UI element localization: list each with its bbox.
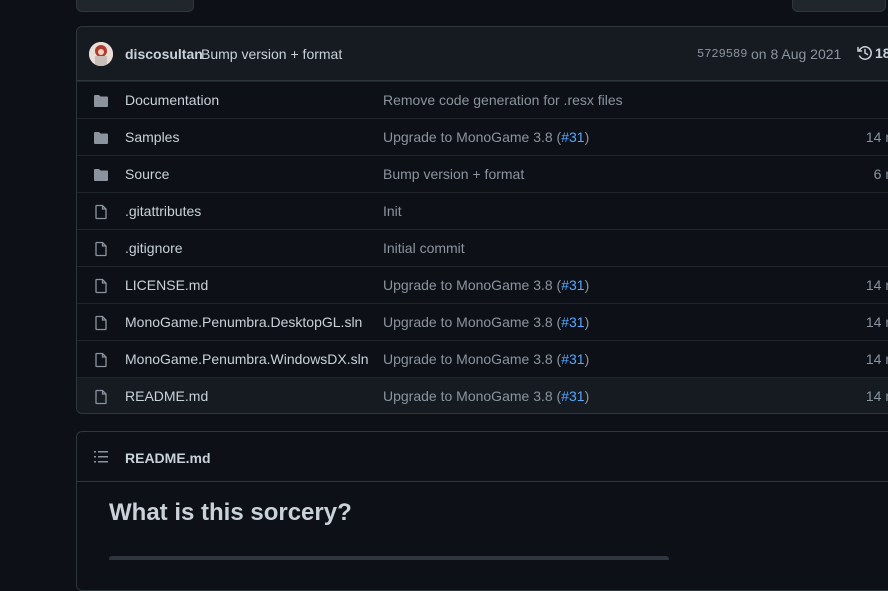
- commit-message-link[interactable]: Bump version + format: [201, 46, 342, 62]
- folder-icon: [93, 167, 109, 186]
- readme-header: README.md: [77, 432, 888, 482]
- file-icon: [93, 352, 109, 371]
- commit-history-link[interactable]: 18: [857, 45, 888, 61]
- file-commit-age: 7: [837, 203, 888, 219]
- file-commit-message[interactable]: Init: [383, 203, 402, 219]
- latest-commit-bar: discosultan Bump version + format 572958…: [77, 27, 888, 81]
- file-name-link[interactable]: MonoGame.Penumbra.DesktopGL.sln: [125, 314, 362, 330]
- readme-heading: What is this sorcery?: [109, 499, 352, 526]
- top-left-button[interactable]: [76, 0, 194, 12]
- pull-request-link[interactable]: #31: [561, 314, 584, 330]
- file-commit-age: 14 m: [865, 277, 888, 293]
- file-name-link[interactable]: README.md: [125, 388, 208, 404]
- file-name-link[interactable]: Samples: [125, 129, 179, 145]
- file-name-link[interactable]: LICENSE.md: [125, 277, 208, 293]
- file-icon: [93, 315, 109, 334]
- author-avatar[interactable]: [89, 42, 113, 66]
- file-icon: [93, 278, 109, 297]
- file-name-link[interactable]: Source: [125, 166, 169, 182]
- file-name-link[interactable]: MonoGame.Penumbra.WindowsDX.sln: [125, 351, 369, 367]
- file-commit-age: 14 m: [865, 314, 888, 330]
- file-browser: discosultan Bump version + format 572958…: [76, 26, 888, 414]
- file-name-link[interactable]: .gitattributes: [125, 203, 201, 219]
- file-commit-message[interactable]: Upgrade to MonoGame 3.8 (#31): [383, 129, 589, 145]
- pull-request-link[interactable]: #31: [561, 388, 584, 404]
- readme-panel: README.md What is this sorcery?: [76, 431, 888, 591]
- file-icon: [93, 204, 109, 223]
- file-commit-message[interactable]: Remove code generation for .resx files: [383, 92, 623, 108]
- file-icon: [93, 389, 109, 408]
- commit-author-link[interactable]: discosultan: [125, 46, 203, 62]
- folder-icon: [93, 93, 109, 112]
- file-commit-message[interactable]: Bump version + format: [383, 166, 524, 182]
- top-right-button[interactable]: [792, 0, 886, 12]
- file-row[interactable]: Samples Upgrade to MonoGame 3.8 (#31) 14…: [77, 118, 888, 155]
- file-commit-message[interactable]: Initial commit: [383, 240, 465, 256]
- file-row[interactable]: .gitignore Initial commit 7: [77, 229, 888, 266]
- file-row[interactable]: Documentation Remove code generation for…: [77, 81, 888, 118]
- file-row[interactable]: LICENSE.md Upgrade to MonoGame 3.8 (#31)…: [77, 266, 888, 303]
- file-row[interactable]: README.md Upgrade to MonoGame 3.8 (#31) …: [77, 377, 888, 413]
- file-commit-message[interactable]: Upgrade to MonoGame 3.8 (#31): [383, 351, 589, 367]
- file-row[interactable]: MonoGame.Penumbra.DesktopGL.sln Upgrade …: [77, 303, 888, 340]
- pull-request-link[interactable]: #31: [561, 277, 584, 293]
- history-icon: [857, 46, 872, 60]
- history-count: 18: [875, 45, 888, 61]
- folder-icon: [93, 130, 109, 149]
- commit-sha-link[interactable]: 5729589: [697, 47, 747, 61]
- file-commit-message[interactable]: Upgrade to MonoGame 3.8 (#31): [383, 277, 589, 293]
- file-commit-age: 5: [837, 92, 888, 108]
- file-list: Documentation Remove code generation for…: [77, 81, 888, 413]
- list-icon[interactable]: [93, 449, 109, 468]
- file-commit-age: 6 m: [873, 166, 888, 182]
- file-row[interactable]: Source Bump version + format 6 m: [77, 155, 888, 192]
- file-icon: [93, 241, 109, 260]
- file-commit-age: 14 m: [865, 388, 888, 404]
- pull-request-link[interactable]: #31: [561, 129, 584, 145]
- file-commit-age: 14 m: [865, 351, 888, 367]
- file-commit-message[interactable]: Upgrade to MonoGame 3.8 (#31): [383, 314, 589, 330]
- file-commit-message[interactable]: Upgrade to MonoGame 3.8 (#31): [383, 388, 589, 404]
- file-commit-age: 7: [837, 240, 888, 256]
- readme-title: README.md: [125, 450, 211, 466]
- file-row[interactable]: MonoGame.Penumbra.WindowsDX.sln Upgrade …: [77, 340, 888, 377]
- pull-request-link[interactable]: #31: [561, 351, 584, 367]
- file-name-link[interactable]: .gitignore: [125, 240, 183, 256]
- file-row[interactable]: .gitattributes Init 7: [77, 192, 888, 229]
- file-name-link[interactable]: Documentation: [125, 92, 219, 108]
- file-commit-age: 14 m: [865, 129, 888, 145]
- commit-date: on 8 Aug 2021: [751, 46, 842, 62]
